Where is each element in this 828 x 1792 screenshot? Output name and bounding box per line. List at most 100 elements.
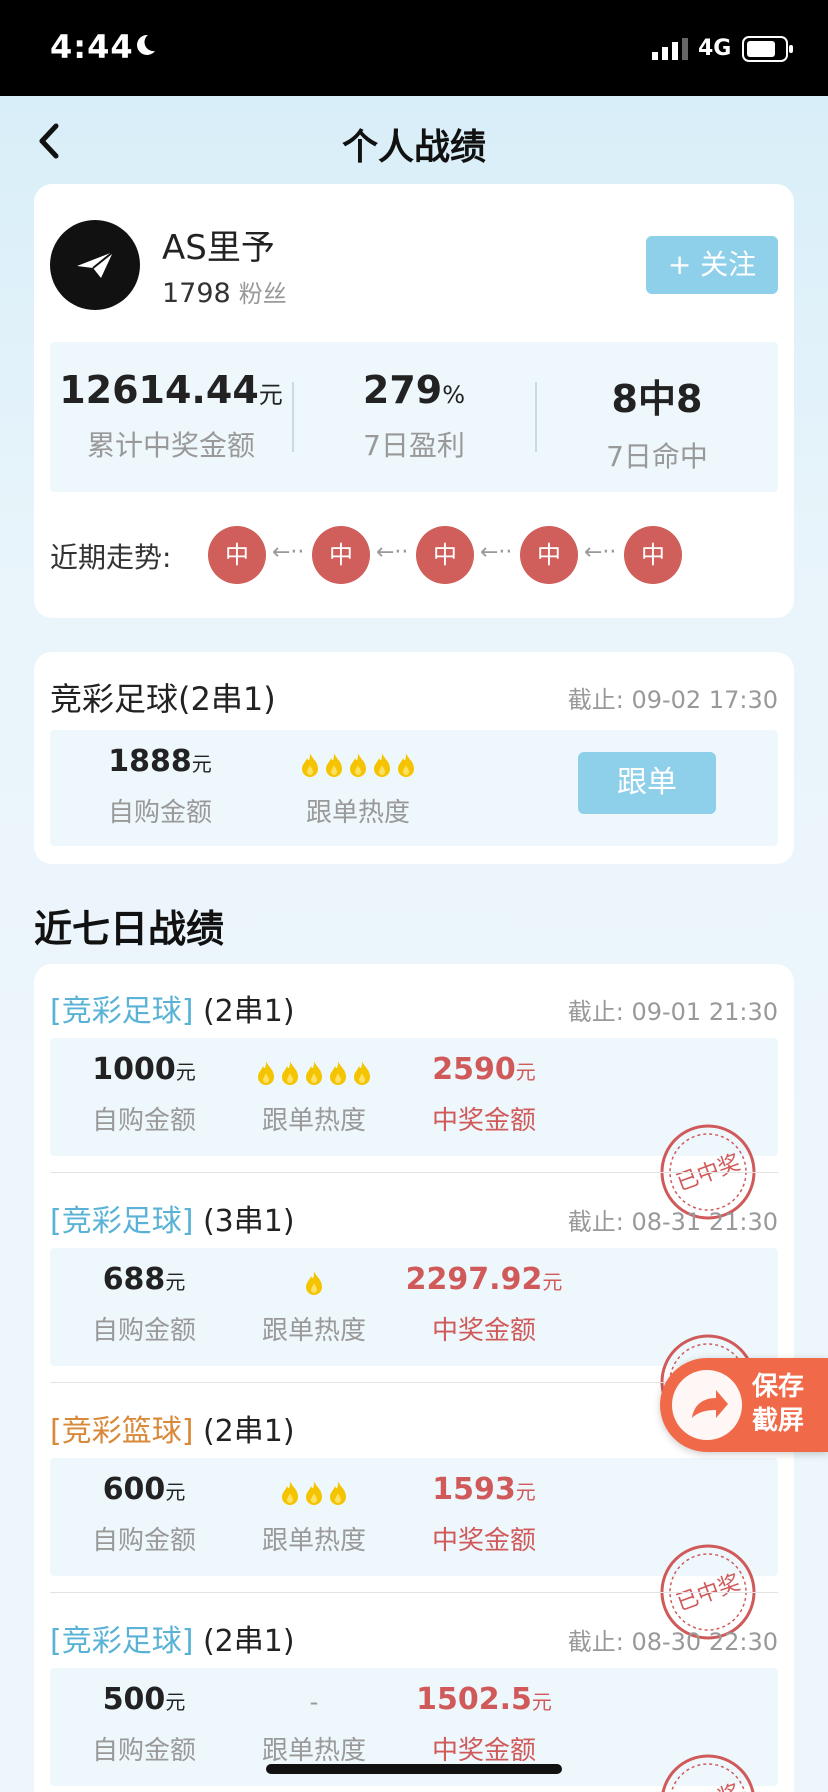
- record-purchase: 688元 自购金额: [54, 1262, 234, 1347]
- record-details: 600元 自购金额 跟单热度 1593元 中奖金额 已中奖: [50, 1458, 778, 1640]
- save-label-line2: 截屏: [752, 1406, 805, 1436]
- history-title: 近七日战绩: [34, 907, 225, 951]
- record-purchase-value: 500: [102, 1682, 166, 1717]
- heat-flames: [224, 1472, 404, 1512]
- heat-flames: [224, 1052, 404, 1092]
- avatar[interactable]: [50, 220, 140, 310]
- stat-total-prize-unit: 元: [258, 381, 283, 409]
- trend-label: 近期走势:: [50, 541, 172, 574]
- heat-flames: -: [224, 1682, 404, 1722]
- record-type: (2串1): [202, 1414, 295, 1449]
- current-bet-details: 1888元 自购金额 跟单热度 跟单: [50, 730, 778, 846]
- fans-number: 1798: [162, 278, 231, 309]
- record-type: (2串1): [202, 1624, 295, 1659]
- current-bet-title: 竞彩足球(2串1): [50, 680, 276, 718]
- stat-total-prize: 12614.44元 累计中奖金额: [50, 368, 292, 464]
- current-bet-deadline: 截止: 09-02 17:30: [567, 686, 778, 714]
- status-time: 4:44: [50, 28, 134, 66]
- record-prize-unit: 元: [531, 1690, 552, 1714]
- flame-icon: [330, 1481, 346, 1505]
- record-heat: 跟单热度: [224, 1472, 404, 1557]
- trend-dot: 中: [624, 526, 682, 584]
- record-prize-unit: 元: [542, 1270, 563, 1294]
- record-purchase-label: 自购金额: [91, 1736, 196, 1766]
- record-prize-unit: 元: [515, 1480, 536, 1504]
- flame-icon: [306, 1271, 322, 1295]
- record-prize-label: 中奖金额: [431, 1106, 536, 1136]
- stat-7day-hits-value: 8中8: [611, 377, 703, 421]
- history-record[interactable]: [竞彩足球] (2串1) 截止: 08-30 22:30 500元 自购金额 - 跟单热度…: [34, 1594, 794, 1792]
- flame-icon: [302, 753, 318, 777]
- stat-7day-hits: 8中8 7日命中: [536, 368, 778, 475]
- record-tag: [竞彩足球]: [50, 1204, 194, 1239]
- flame-icon: [398, 753, 414, 777]
- history-record[interactable]: [竞彩足球] (3串1) 截止: 08-31 21:30 688元 自购金额 跟单热度 2…: [34, 1174, 794, 1430]
- purchase-amount-label: 自购金额: [107, 798, 212, 828]
- record-purchase: 600元 自购金额: [54, 1472, 234, 1557]
- flame-icon: [282, 1481, 298, 1505]
- record-tag: [竞彩足球]: [50, 994, 194, 1029]
- record-deadline: 截止: 09-01 21:30: [567, 998, 778, 1026]
- flame-icon: [374, 753, 390, 777]
- record-prize-value: 1502.5: [416, 1682, 532, 1717]
- winning-stamp-icon: 已中奖: [661, 1754, 755, 1792]
- stat-7day-profit-value: 279: [362, 368, 443, 412]
- record-purchase-value: 600: [102, 1472, 166, 1507]
- record-type: (3串1): [202, 1204, 295, 1239]
- record-prize: 2590元 中奖金额: [394, 1052, 574, 1137]
- stat-7day-profit: 279% 7日盈利: [293, 368, 535, 464]
- flame-icon: [282, 1061, 298, 1085]
- fans-count: 1798 粉丝: [162, 274, 287, 309]
- flame-icon: [350, 753, 366, 777]
- stats-panel: 12614.44元 累计中奖金额 279% 7日盈利 8中8 7日命中: [50, 342, 778, 492]
- record-prize-value: 2297.92: [405, 1262, 543, 1297]
- purchase-amount-unit: 元: [191, 752, 212, 776]
- network-label: 4G: [698, 36, 732, 61]
- follow-order-button[interactable]: 跟单: [578, 752, 716, 814]
- record-purchase-unit: 元: [175, 1060, 196, 1084]
- record-prize: 2297.92元 中奖金额: [394, 1262, 574, 1347]
- flame-icon: [330, 1061, 346, 1085]
- stat-7day-profit-unit: %: [442, 381, 466, 409]
- record-purchase-label: 自购金额: [91, 1526, 196, 1556]
- record-prize-label: 中奖金额: [431, 1316, 536, 1346]
- page-title: 个人战绩: [341, 127, 486, 168]
- trend-arrow: ←··: [584, 540, 617, 565]
- heat-dash: -: [309, 1688, 319, 1716]
- record-heat-label: 跟单热度: [261, 1106, 366, 1136]
- record-deadline: 截止: 08-30 22:30: [567, 1628, 778, 1656]
- battery-icon: [742, 36, 793, 62]
- record-title: [竞彩足球] (2串1): [50, 986, 295, 1030]
- follow-button[interactable]: + 关注: [646, 236, 778, 294]
- purchase-amount-value: 1888: [108, 744, 192, 779]
- record-prize-label: 中奖金额: [431, 1526, 536, 1556]
- fans-label: 粉丝: [238, 280, 287, 308]
- signal-icon: [652, 38, 688, 60]
- stat-total-prize-value: 12614.44: [59, 368, 259, 412]
- trend-dot: 中: [520, 526, 578, 584]
- paper-plane-icon: [77, 251, 114, 278]
- home-indicator[interactable]: [266, 1764, 562, 1774]
- record-title: [竞彩足球] (2串1): [50, 1616, 295, 1660]
- record-tag: [竞彩篮球]: [50, 1414, 194, 1449]
- flame-icon: [306, 1481, 322, 1505]
- save-screenshot-button[interactable]: 保存 截屏: [660, 1358, 828, 1452]
- record-separator: [50, 1172, 778, 1173]
- trend-dot: 中: [416, 526, 474, 584]
- profile-card: AS里予 1798 粉丝 + 关注 12614.44元 累计中奖金额 279% 7…: [34, 184, 794, 618]
- record-prize-value: 2590: [432, 1052, 516, 1087]
- save-label-line1: 保存: [752, 1372, 805, 1402]
- flame-icon: [306, 1061, 322, 1085]
- history-record[interactable]: [竞彩足球] (2串1) 截止: 09-01 21:30 1000元 自购金额 跟单热度…: [34, 964, 794, 1220]
- record-title: [竞彩篮球] (2串1): [50, 1406, 295, 1450]
- save-screenshot-label: 保存 截屏: [752, 1370, 822, 1438]
- current-bet-card: 竞彩足球(2串1) 截止: 09-02 17:30 1888元 自购金额 跟单热…: [34, 652, 794, 864]
- record-deadline: 截止: 08-31 21:30: [567, 1208, 778, 1236]
- moon-icon: [137, 34, 155, 55]
- status-bar: 4:44 4G: [0, 0, 828, 96]
- flame-icon: [326, 753, 342, 777]
- record-separator: [50, 1592, 778, 1593]
- record-purchase: 1000元 自购金额: [54, 1052, 234, 1137]
- stat-total-prize-label: 累计中奖金额: [86, 429, 255, 462]
- record-purchase-unit: 元: [165, 1690, 186, 1714]
